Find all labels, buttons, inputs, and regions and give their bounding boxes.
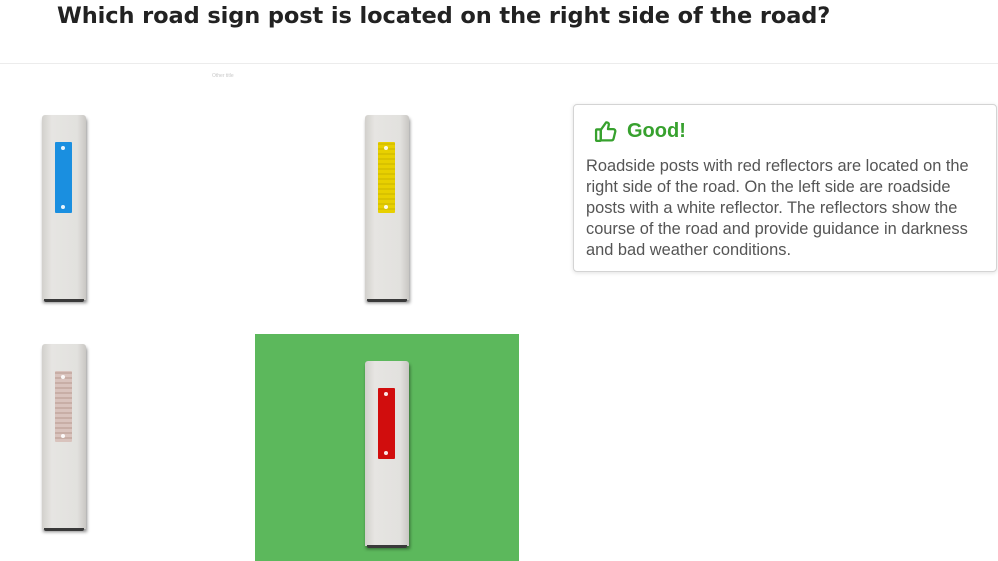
answer-option-white-reflector[interactable] [0, 334, 264, 561]
answer-option-yellow-reflector[interactable] [255, 105, 519, 332]
red-reflector [378, 388, 395, 459]
feedback-header: Good! [594, 119, 686, 144]
road-post-image [42, 344, 86, 531]
feedback-title: Good! [627, 120, 686, 142]
divider [0, 63, 998, 64]
road-post-image [365, 115, 409, 302]
feedback-panel: Good! Roadside posts with red reflectors… [573, 104, 997, 272]
thumbs-up-icon [594, 119, 619, 144]
white-reflector [55, 371, 72, 442]
blue-reflector [55, 142, 72, 213]
image-credit: Other title [212, 73, 234, 79]
answer-option-red-reflector[interactable] [255, 334, 519, 561]
road-post-image [365, 361, 409, 548]
road-post-image [42, 115, 86, 302]
yellow-reflector [378, 142, 395, 213]
answer-option-blue-reflector[interactable] [0, 105, 264, 332]
feedback-explanation: Roadside posts with red reflectors are l… [586, 157, 969, 259]
question-title: Which road sign post is located on the r… [57, 3, 831, 29]
